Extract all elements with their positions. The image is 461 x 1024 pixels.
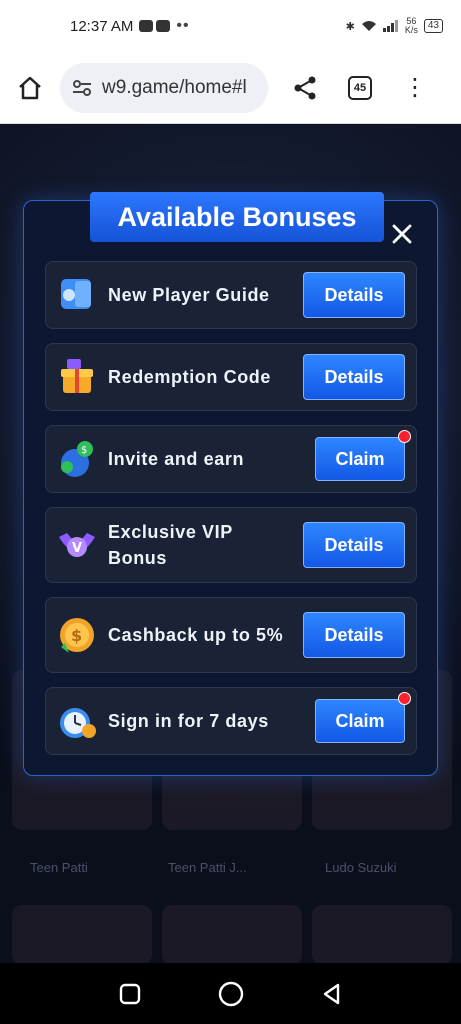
close-button[interactable] <box>391 223 413 245</box>
home-icon <box>19 76 41 99</box>
bluetooth-icon: ✱ <box>345 20 355 33</box>
game-label: Teen Patti J... <box>168 860 247 875</box>
details-button[interactable]: Details <box>303 612 405 658</box>
home-nav-icon[interactable] <box>218 981 244 1007</box>
guide-book-icon <box>54 272 100 318</box>
notification-dot <box>398 692 411 705</box>
more-vert-icon: ⋮ <box>403 74 427 101</box>
game-tile <box>12 905 152 965</box>
svg-text:V: V <box>72 541 82 556</box>
bonus-label: Redemption Code <box>108 367 272 387</box>
status-bar: 12:37 AM •• ✱ 56 K/s 43 <box>0 0 461 52</box>
details-button[interactable]: Details <box>303 272 405 318</box>
wifi-icon <box>361 21 376 31</box>
bonus-row-redemption-code: Redemption Code Details <box>45 343 417 411</box>
tabs-button[interactable]: 45 <box>330 75 390 100</box>
bonus-row-sign-in-7-days: Sign in for 7 days Claim <box>45 687 417 755</box>
bonus-modal: Available Bonuses New Player Guide Detai… <box>23 192 438 776</box>
claim-button[interactable]: Claim <box>315 699 405 743</box>
recents-icon[interactable] <box>119 983 141 1005</box>
game-tile <box>312 905 452 965</box>
cashback-coin-icon: $ <box>54 612 100 658</box>
menu-button[interactable]: ⋮ <box>390 73 440 102</box>
battery-indicator: 43 <box>423 19 443 33</box>
bonus-label: Sign in for 7 days <box>108 711 269 731</box>
close-icon <box>392 224 412 244</box>
home-button[interactable] <box>0 75 60 101</box>
svg-text:$: $ <box>81 445 87 456</box>
gift-box-icon <box>54 354 100 400</box>
more-notifications-icon: •• <box>176 17 190 34</box>
signal-icon <box>382 20 398 32</box>
bonus-label: New Player Guide <box>108 285 270 305</box>
bonus-row-new-player-guide: New Player Guide Details <box>45 261 417 329</box>
bonus-row-invite-and-earn: $ Invite and earn Claim <box>45 425 417 493</box>
bonus-label: Cashback up to 5% <box>108 625 284 645</box>
money-bag-icon: $ <box>54 436 100 482</box>
alarm-clock-icon <box>54 698 100 744</box>
bonus-row-exclusive-vip-bonus: V Exclusive VIP Bonus Details <box>45 507 417 583</box>
share-button[interactable] <box>280 75 330 101</box>
site-settings-icon[interactable] <box>72 79 92 97</box>
share-icon <box>294 76 316 99</box>
vip-badge-icon: V <box>54 522 100 568</box>
url-text: w9.game/home#l <box>102 76 247 98</box>
bonus-row-cashback: $ Cashback up to 5% Details <box>45 597 417 673</box>
svg-text:$: $ <box>71 626 82 645</box>
notification-icon <box>139 20 154 32</box>
status-time: 12:37 AM <box>70 17 134 35</box>
browser-toolbar: w9.game/home#l 45 ⋮ <box>0 52 461 124</box>
game-label: Teen Patti <box>30 860 88 875</box>
notification-dot <box>398 430 411 443</box>
address-bar[interactable]: w9.game/home#l <box>60 62 268 113</box>
claim-button[interactable]: Claim <box>315 437 405 481</box>
youtube-icon <box>156 20 171 32</box>
details-button[interactable]: Details <box>303 522 405 568</box>
modal-title: Available Bonuses <box>117 201 357 232</box>
bonus-label: Exclusive VIP Bonus <box>108 522 233 568</box>
tab-count: 45 <box>348 75 372 100</box>
net-speed: 56 K/s <box>404 16 418 35</box>
system-nav-bar <box>0 963 461 1024</box>
game-label: Ludo Suzuki <box>325 860 397 875</box>
details-button[interactable]: Details <box>303 354 405 400</box>
bonus-label: Invite and earn <box>108 449 245 469</box>
back-icon[interactable] <box>321 983 343 1005</box>
game-tile <box>162 905 302 965</box>
modal-title-banner: Available Bonuses <box>90 192 384 242</box>
